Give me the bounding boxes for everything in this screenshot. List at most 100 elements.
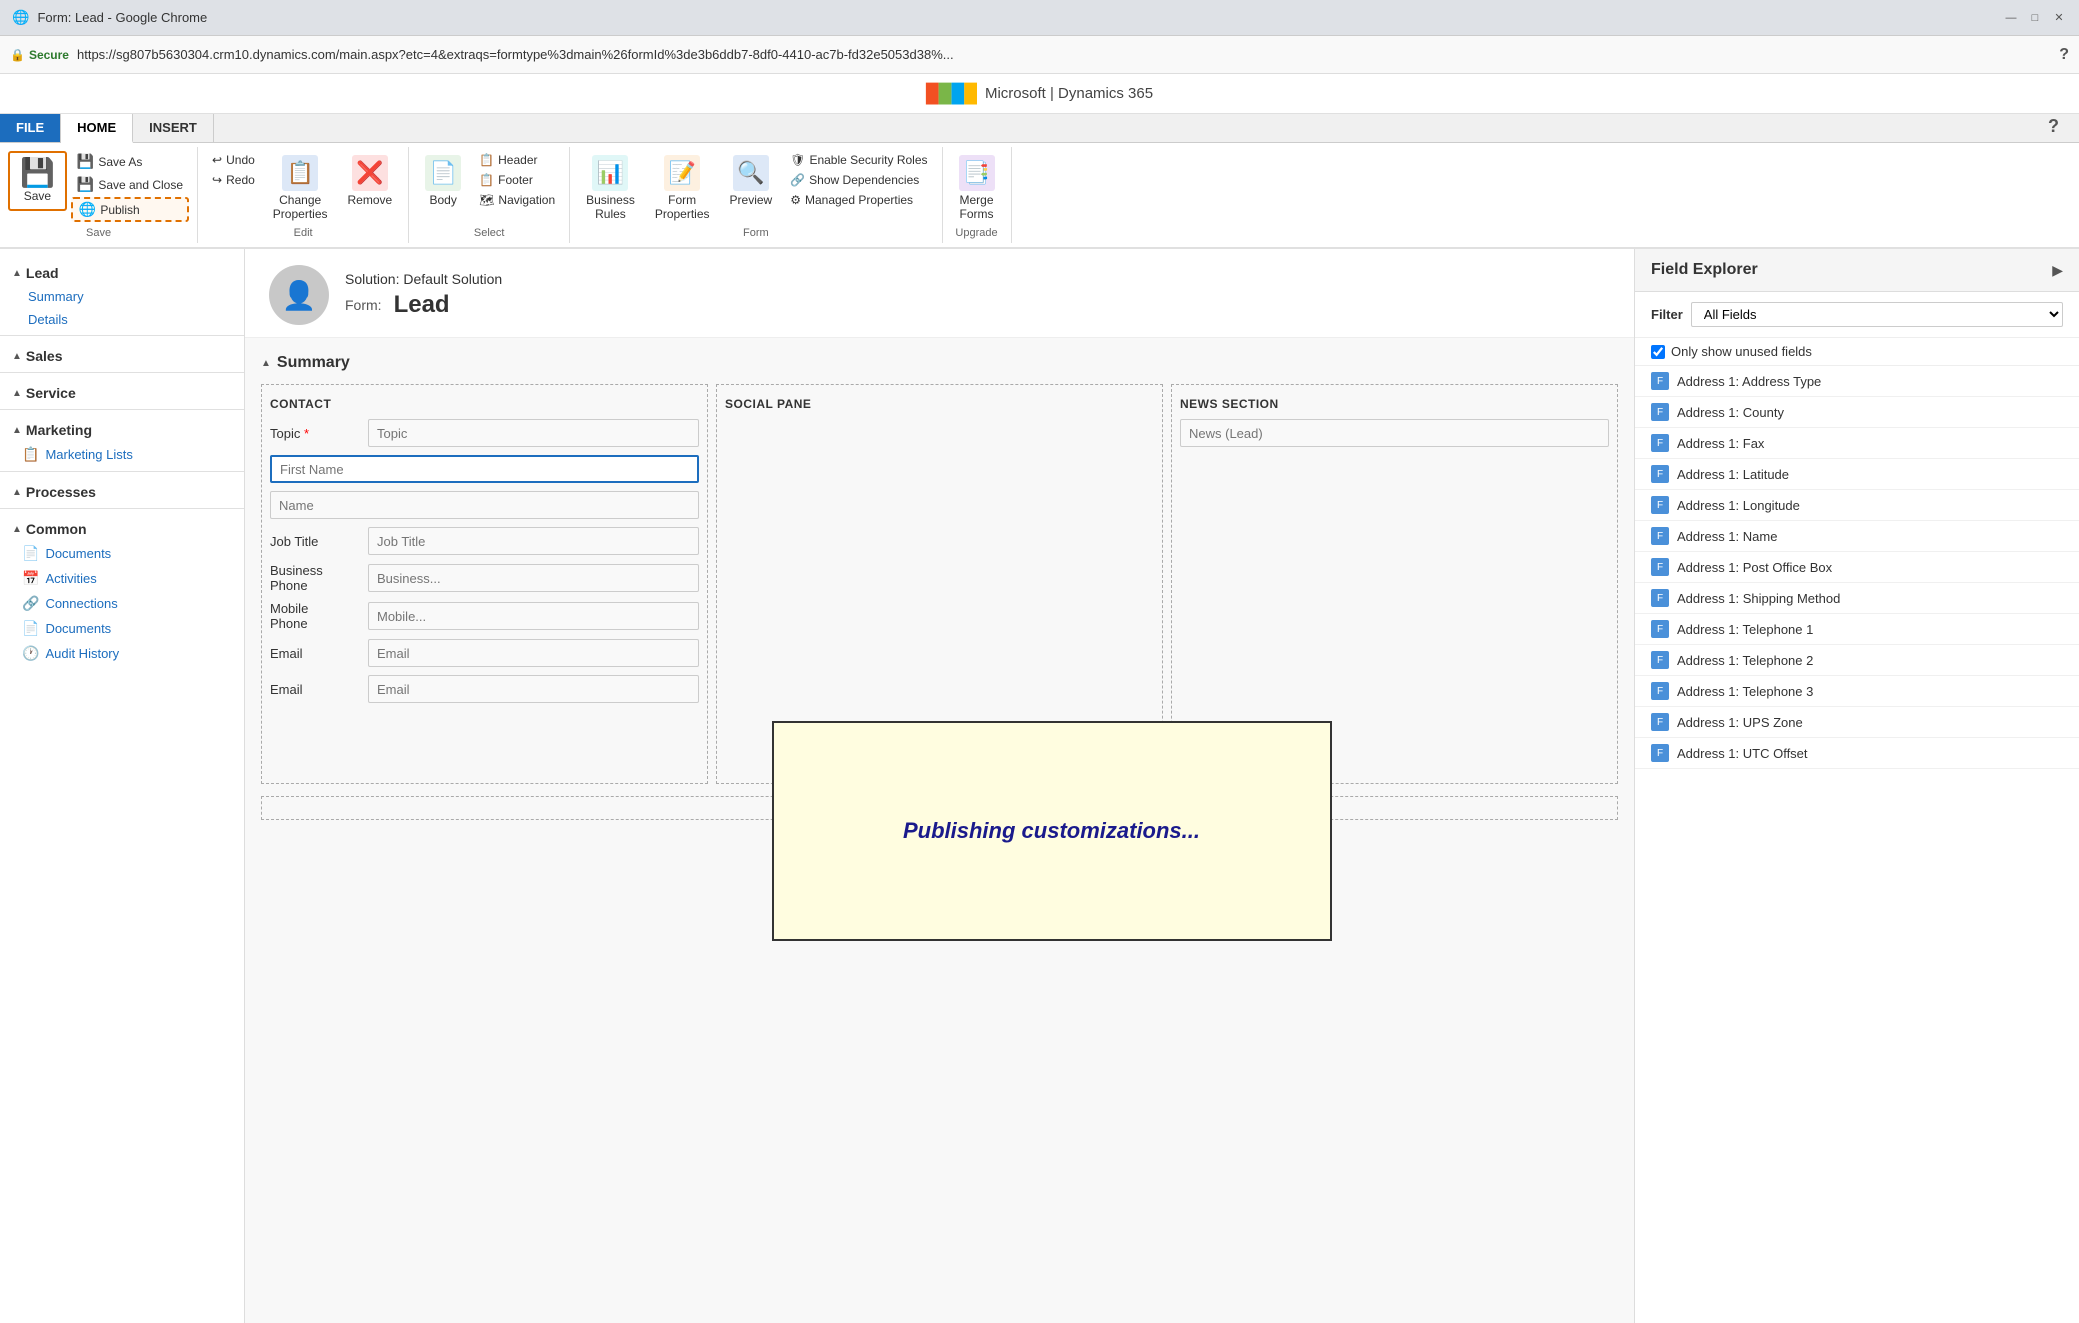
field-item-icon: F — [1651, 682, 1669, 700]
field-list-item[interactable]: F Address 1: County — [1635, 397, 2079, 428]
field-list-item[interactable]: F Address 1: UTC Offset — [1635, 738, 2079, 769]
nav-item-details[interactable]: Details — [0, 308, 244, 331]
form-properties-button[interactable]: 📝 FormProperties — [647, 151, 718, 225]
save-secondary-buttons: 💾 Save As 💾 Save and Close 🌐 Publish — [71, 151, 189, 222]
business-rules-button[interactable]: 📊 BusinessRules — [578, 151, 643, 225]
center-area: 👤 Solution: Default Solution Form: Lead … — [245, 249, 1634, 1323]
field-explorer-header: Field Explorer ▶ — [1635, 249, 2079, 292]
form-properties-icon: 📝 — [664, 155, 700, 191]
publish-button[interactable]: 🌐 Publish — [71, 197, 189, 222]
nav-item-summary[interactable]: Summary — [0, 285, 244, 308]
form-header: 👤 Solution: Default Solution Form: Lead — [245, 249, 1634, 338]
field-list-item[interactable]: F Address 1: Post Office Box — [1635, 552, 2079, 583]
close-btn[interactable]: ✕ — [2051, 10, 2067, 26]
social-column-header: SOCIAL PANE — [725, 393, 1154, 419]
managed-properties-button[interactable]: ⚙ Managed Properties — [784, 191, 933, 209]
navigation-button[interactable]: 🗺 Navigation — [473, 191, 561, 209]
field-item-name: Address 1: Name — [1677, 529, 1777, 544]
nav-item-activities[interactable]: 📅 Activities — [0, 566, 244, 591]
window-controls[interactable]: — □ ✕ — [2003, 10, 2067, 26]
change-properties-button[interactable]: 📋 ChangeProperties — [265, 151, 336, 225]
field-input-email2[interactable] — [368, 675, 699, 703]
collapse-marketing-icon[interactable]: ▲ — [12, 425, 22, 436]
tab-insert[interactable]: INSERT — [133, 114, 214, 142]
save-close-button[interactable]: 💾 Save and Close — [71, 174, 189, 195]
merge-forms-button[interactable]: 📑 MergeForms — [951, 151, 1003, 225]
nav-item-documents2-label: Documents — [45, 621, 111, 636]
field-item-icon: F — [1651, 620, 1669, 638]
field-item-icon: F — [1651, 744, 1669, 762]
body-icon: 📄 — [425, 155, 461, 191]
field-list-item[interactable]: F Address 1: Name — [1635, 521, 2079, 552]
shield-icon: 🛡 — [790, 153, 805, 167]
lock-icon: 🔒 — [10, 48, 25, 62]
field-item-icon: F — [1651, 372, 1669, 390]
field-list-item[interactable]: F Address 1: Fax — [1635, 428, 2079, 459]
collapse-sales-icon[interactable]: ▲ — [12, 351, 22, 362]
help-icon[interactable]: ? — [2059, 46, 2069, 64]
field-label-topic: Topic * — [270, 426, 360, 441]
field-input-businessphone[interactable] — [368, 564, 699, 592]
maximize-btn[interactable]: □ — [2027, 10, 2043, 26]
body-button[interactable]: 📄 Body — [417, 151, 469, 211]
nav-item-audit-history[interactable]: 🕐 Audit History — [0, 641, 244, 666]
nav-item-connections[interactable]: 🔗 Connections — [0, 591, 244, 616]
body-label: Body — [430, 193, 457, 207]
field-input-mobilephone[interactable] — [368, 602, 699, 630]
redo-button[interactable]: ↪ Redo — [206, 171, 261, 189]
save-as-icon: 💾 — [77, 153, 94, 170]
field-input-jobtitle[interactable] — [368, 527, 699, 555]
header-button[interactable]: 📋 Header — [473, 151, 561, 169]
remove-button[interactable]: ❌ Remove — [340, 151, 401, 211]
preview-button[interactable]: 🔍 Preview — [722, 151, 781, 211]
nav-item-marketing-lists[interactable]: 📋 Marketing Lists — [0, 442, 244, 467]
filter-select[interactable]: All Fields Unused Fields Required Fields — [1691, 302, 2063, 327]
save-button[interactable]: 💾 Save — [12, 155, 63, 207]
field-list-item[interactable]: F Address 1: Address Type — [1635, 366, 2079, 397]
field-input-email1[interactable] — [368, 639, 699, 667]
url-text[interactable]: https://sg807b5630304.crm10.dynamics.com… — [77, 47, 2051, 62]
field-list-item[interactable]: F Address 1: Telephone 1 — [1635, 614, 2079, 645]
nav-group-common-label: Common — [26, 521, 87, 537]
collapse-common-icon[interactable]: ▲ — [12, 524, 22, 535]
undo-label: Undo — [226, 153, 255, 167]
expand-icon[interactable]: ▶ — [2052, 262, 2063, 279]
redo-label: Redo — [226, 173, 255, 187]
collapse-service-icon[interactable]: ▲ — [12, 388, 22, 399]
only-unused-checkbox[interactable] — [1651, 345, 1665, 359]
save-group-label: Save — [86, 225, 111, 239]
divider-1 — [0, 335, 244, 336]
field-list-item[interactable]: F Address 1: Latitude — [1635, 459, 2079, 490]
undo-button[interactable]: ↩ Undo — [206, 151, 261, 169]
field-list-item[interactable]: F Address 1: Telephone 3 — [1635, 676, 2079, 707]
nav-group-marketing-label: Marketing — [26, 422, 92, 438]
nav-header-lead: ▲ Lead — [0, 257, 244, 285]
field-list-item[interactable]: F Address 1: Longitude — [1635, 490, 2079, 521]
minimize-btn[interactable]: — — [2003, 10, 2019, 26]
app-help-icon[interactable]: ? — [2048, 116, 2059, 137]
nav-item-documents[interactable]: 📄 Documents — [0, 541, 244, 566]
merge-forms-icon: 📑 — [959, 155, 995, 191]
collapse-lead-icon[interactable]: ▲ — [12, 268, 22, 279]
nav-header-common: ▲ Common — [0, 513, 244, 541]
activities-icon: 📅 — [22, 570, 39, 587]
tab-file[interactable]: FILE — [0, 114, 61, 142]
filter-label: Filter — [1651, 307, 1683, 322]
nav-item-documents2[interactable]: 📄 Documents — [0, 616, 244, 641]
field-input-name[interactable] — [270, 491, 699, 519]
enable-security-button[interactable]: 🛡 Enable Security Roles — [784, 151, 933, 169]
field-list-item[interactable]: F Address 1: UPS Zone — [1635, 707, 2079, 738]
collapse-processes-icon[interactable]: ▲ — [12, 487, 22, 498]
show-dependencies-button[interactable]: 🔗 Show Dependencies — [784, 171, 933, 189]
field-list-item[interactable]: F Address 1: Shipping Method — [1635, 583, 2079, 614]
tab-home[interactable]: HOME — [61, 114, 133, 143]
save-close-label: Save and Close — [98, 178, 183, 192]
field-list-item[interactable]: F Address 1: Telephone 2 — [1635, 645, 2079, 676]
save-as-button[interactable]: 💾 Save As — [71, 151, 189, 172]
field-input-news[interactable] — [1180, 419, 1609, 447]
field-input-firstname[interactable] — [270, 455, 699, 483]
nav-item-documents-label: Documents — [45, 546, 111, 561]
footer-button[interactable]: 📋 Footer — [473, 171, 561, 189]
section-collapse-icon[interactable]: ▲ — [261, 358, 271, 369]
field-input-topic[interactable] — [368, 419, 699, 447]
